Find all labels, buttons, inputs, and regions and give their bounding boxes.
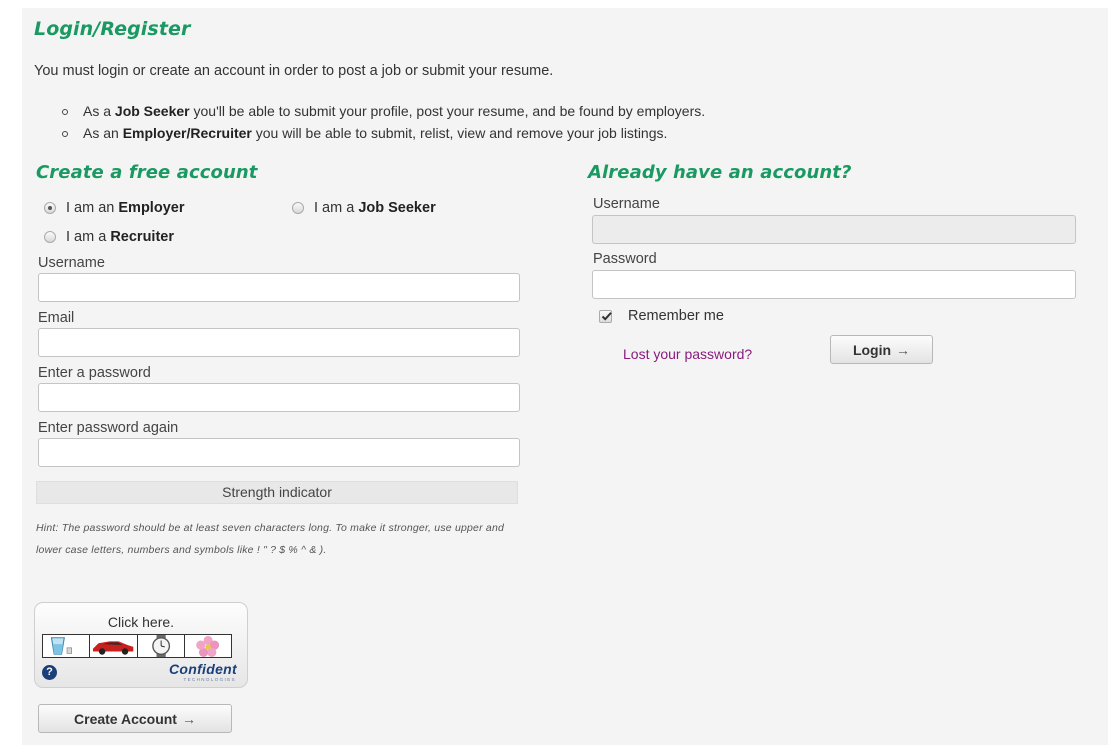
image-captcha[interactable]: Click here. ? Confident TECHNOLOGIES — [34, 602, 248, 688]
login-username-input[interactable] — [592, 215, 1076, 244]
captcha-brand-logo: Confident — [168, 661, 237, 677]
register-password-label: Enter a password — [38, 365, 151, 381]
password-strength-indicator: Strength indicator — [36, 481, 518, 504]
register-password-again-input[interactable] — [38, 438, 520, 467]
arrow-right-icon: → — [181, 710, 196, 727]
password-hint: Hint: The password should be at least se… — [36, 522, 505, 556]
list-item-employer: As an Employer/Recruiter you will be abl… — [62, 122, 705, 144]
register-email-label: Email — [38, 310, 75, 326]
register-password-input[interactable] — [38, 383, 520, 412]
intro-text: You must login or create an account in o… — [34, 63, 554, 79]
captcha-brand-subtitle: TECHNOLOGIES — [183, 677, 236, 682]
page-content: Login/Register You must login or create … — [22, 8, 1108, 745]
login-password-input[interactable] — [592, 270, 1076, 299]
help-icon[interactable]: ? — [42, 665, 57, 680]
register-email-input[interactable] — [38, 328, 520, 357]
role-radio-job-seeker[interactable]: I am a Job Seeker — [292, 200, 436, 216]
watch-icon[interactable] — [137, 635, 185, 657]
benefits-list: As a Job Seeker you'll be able to submit… — [62, 100, 705, 144]
login-password-label: Password — [593, 251, 657, 267]
radio-unselected-icon[interactable] — [292, 202, 304, 214]
role-radio-recruiter[interactable]: I am a Recruiter — [44, 229, 174, 245]
glass-icon[interactable] — [43, 635, 91, 657]
captcha-label: Click here. — [107, 614, 175, 630]
car-icon[interactable] — [90, 635, 138, 657]
list-item-job-seeker: As a Job Seeker you'll be able to submit… — [62, 100, 705, 122]
captcha-image-grid[interactable] — [42, 634, 232, 658]
register-username-label: Username — [38, 255, 105, 271]
role-radio-employer[interactable]: I am an Employer — [44, 200, 184, 216]
register-password-again-label: Enter password again — [38, 420, 179, 436]
radio-unselected-icon[interactable] — [44, 231, 56, 243]
arrow-right-icon: → — [896, 341, 911, 358]
login-username-label: Username — [593, 196, 660, 212]
create-account-heading: Create a free account — [36, 162, 258, 183]
login-heading: Already have an account? — [588, 162, 852, 183]
remember-me-checkbox[interactable]: Remember me — [599, 308, 724, 324]
register-username-input[interactable] — [38, 273, 520, 302]
lost-password-link[interactable]: Lost your password? — [623, 346, 752, 362]
create-account-button[interactable]: Create Account → — [38, 704, 232, 733]
flower-icon[interactable] — [184, 635, 231, 657]
page-title: Login/Register — [34, 18, 191, 40]
login-button[interactable]: Login → — [830, 335, 933, 364]
radio-selected-icon[interactable] — [44, 202, 56, 214]
checkmark-icon[interactable] — [599, 309, 612, 323]
